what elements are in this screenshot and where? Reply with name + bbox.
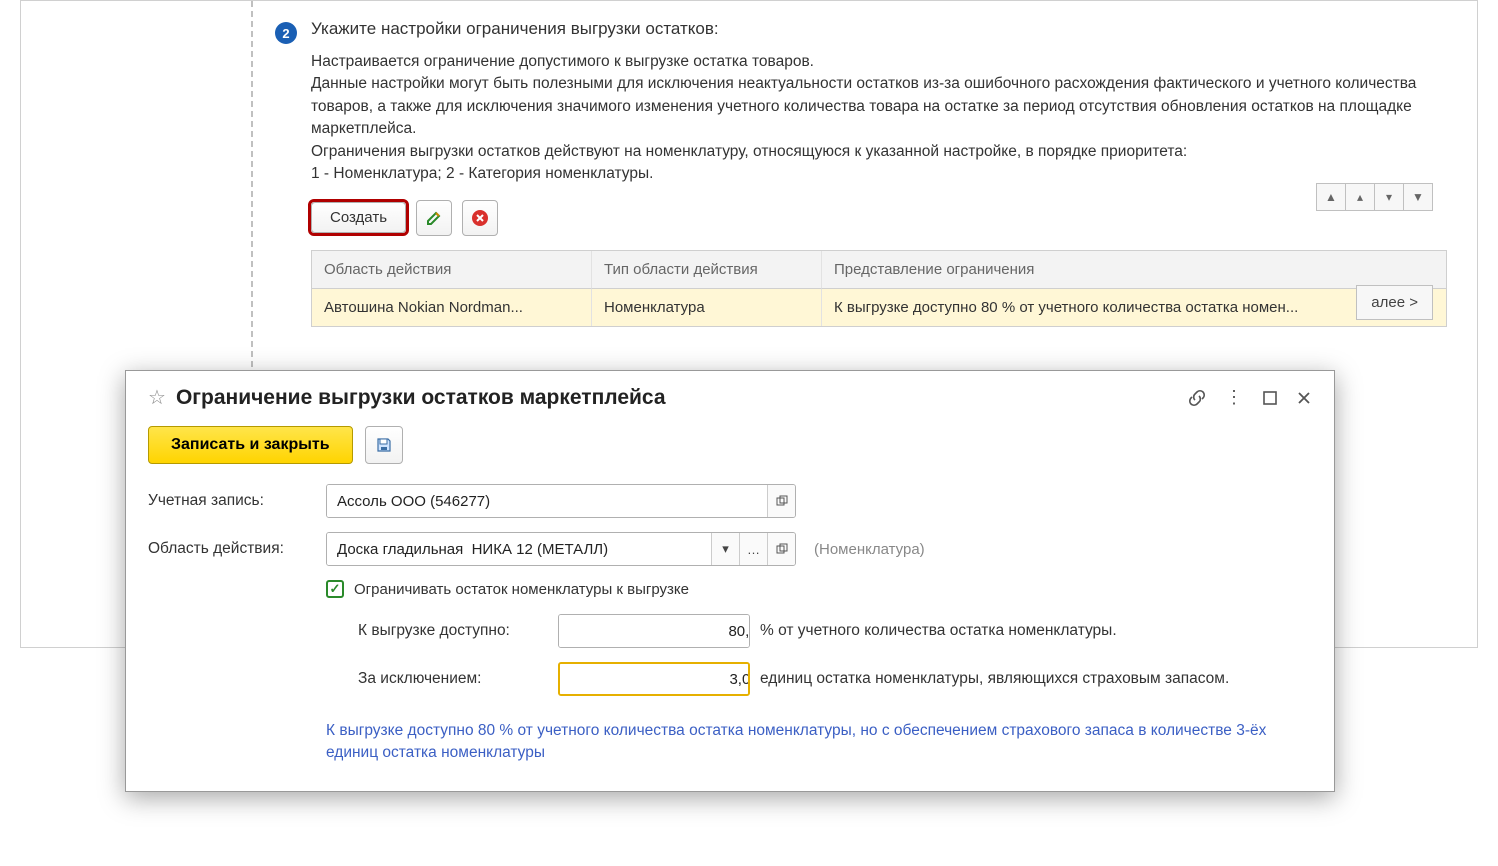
triangle-up-bar-icon: ▲ xyxy=(1325,190,1337,204)
square-icon xyxy=(1262,390,1278,406)
account-input[interactable] xyxy=(327,485,767,517)
chevron-down-icon: ▾ xyxy=(722,541,729,557)
triangle-down-icon: ▾ xyxy=(1386,190,1392,204)
scope-hint: (Номенклатура) xyxy=(814,541,925,558)
avail-percent-input[interactable] xyxy=(559,615,750,647)
close-icon xyxy=(1296,390,1312,406)
list-nav-buttons: ▲ ▴ ▾ ▼ xyxy=(1317,183,1433,211)
table-header-constraint[interactable]: Представление ограничения xyxy=(822,251,1446,289)
pencil-icon xyxy=(426,210,442,226)
except-label: За исключением: xyxy=(358,670,548,688)
scope-input[interactable] xyxy=(327,533,711,565)
constraint-dialog: ☆ Ограничение выгрузки остатков маркетпл… xyxy=(125,370,1335,792)
scope-open-button[interactable] xyxy=(767,533,795,565)
dialog-title: Ограничение выгрузки остатков маркетплей… xyxy=(176,386,1177,410)
list-up-button[interactable]: ▴ xyxy=(1345,183,1375,211)
table-header-scope[interactable]: Область действия xyxy=(312,251,592,289)
delete-button[interactable] xyxy=(462,200,498,236)
floppy-icon xyxy=(375,436,393,454)
next-button[interactable]: алее > xyxy=(1356,285,1433,320)
table-header-scope-type[interactable]: Тип области действия xyxy=(592,251,822,289)
maximize-button[interactable] xyxy=(1262,390,1278,406)
check-icon: ✓ xyxy=(330,581,341,597)
table-row[interactable]: Автошина Nokian Nordman... Номенклатура … xyxy=(312,289,1446,326)
list-down-button[interactable]: ▾ xyxy=(1374,183,1404,211)
favorite-star-icon[interactable]: ☆ xyxy=(148,385,166,410)
constraints-table: Область действия Тип области действия Пр… xyxy=(311,250,1447,327)
link-icon xyxy=(1187,388,1207,408)
step-title: Укажите настройки ограничения выгрузки о… xyxy=(311,19,1447,39)
edit-button[interactable] xyxy=(416,200,452,236)
scope-dropdown-button[interactable]: ▾ xyxy=(711,533,739,565)
open-in-new-icon xyxy=(776,495,788,507)
close-circle-icon xyxy=(471,209,489,227)
open-select-button[interactable] xyxy=(767,485,795,517)
scope-label: Область действия: xyxy=(148,540,318,558)
table-cell-constraint: К выгрузке доступно 80 % от учетного кол… xyxy=(822,289,1446,326)
save-and-close-button[interactable]: Записать и закрыть xyxy=(148,426,353,464)
step-description: Настраивается ограничение допустимого к … xyxy=(311,51,1447,186)
open-in-new-icon xyxy=(776,543,788,555)
table-cell-scope: Автошина Nokian Nordman... xyxy=(312,289,592,326)
constraint-summary-note: К выгрузке доступно 80 % от учетного кол… xyxy=(326,720,1306,765)
list-top-button[interactable]: ▲ xyxy=(1316,183,1346,211)
triangle-up-icon: ▴ xyxy=(1357,190,1363,204)
save-button[interactable] xyxy=(365,426,403,464)
settings-toolbar: Создать xyxy=(311,200,1447,236)
account-label: Учетная запись: xyxy=(148,492,318,510)
scope-select-button[interactable]: … xyxy=(739,533,767,565)
triangle-down-bar-icon: ▼ xyxy=(1412,190,1424,204)
except-units-input[interactable] xyxy=(560,664,750,694)
avail-label: К выгрузке доступно: xyxy=(358,622,548,640)
close-dialog-button[interactable] xyxy=(1296,390,1312,406)
step-number-badge: 2 xyxy=(275,22,297,44)
limit-checkbox[interactable]: ✓ xyxy=(326,580,344,598)
avail-trail-text: % от учетного количества остатка номенкл… xyxy=(760,622,1117,640)
table-cell-scope-type: Номенклатура xyxy=(592,289,822,326)
ellipsis-icon: … xyxy=(747,542,760,557)
limit-checkbox-label: Ограничивать остаток номенклатуры к выгр… xyxy=(354,581,689,598)
list-bottom-button[interactable]: ▼ xyxy=(1403,183,1433,211)
except-trail-text: единиц остатка номенклатуры, являющихся … xyxy=(760,670,1229,688)
create-button[interactable]: Создать xyxy=(311,202,406,233)
link-button[interactable] xyxy=(1187,388,1207,408)
more-button[interactable]: ⋮ xyxy=(1225,387,1244,408)
kebab-icon: ⋮ xyxy=(1225,387,1244,408)
